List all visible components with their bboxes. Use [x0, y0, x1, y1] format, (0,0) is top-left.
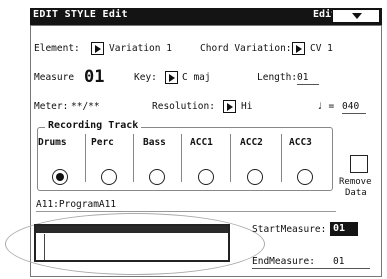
triangle-right-icon	[227, 103, 233, 111]
measure-label: Measure	[34, 72, 75, 83]
program-list-cursor	[44, 234, 45, 260]
track-radio-perc[interactable]	[101, 169, 117, 185]
track-divider	[230, 134, 231, 182]
chord-variation-value[interactable]: CV 1	[310, 43, 333, 54]
end-measure-underline	[252, 268, 370, 269]
program-status: A11:ProgramA11	[36, 199, 117, 210]
track-label-acc3: ACC3	[289, 137, 312, 148]
track-divider	[181, 134, 182, 182]
track-divider	[281, 134, 282, 182]
key-popup-button[interactable]	[165, 71, 178, 84]
remove-data-label-line2: Data	[345, 188, 367, 198]
chevron-down-icon	[352, 13, 362, 19]
track-radio-acc3[interactable]	[297, 169, 313, 185]
track-radio-acc2[interactable]	[247, 169, 263, 185]
chord-variation-popup-button[interactable]	[292, 42, 305, 55]
key-value[interactable]: C maj	[182, 72, 211, 83]
element-value[interactable]: Variation 1	[109, 43, 172, 54]
resolution-label: Resolution:	[152, 101, 215, 112]
track-label-acc2: ACC2	[240, 137, 263, 148]
start-measure-value[interactable]: 01	[330, 222, 358, 236]
track-radio-acc1[interactable]	[198, 169, 214, 185]
triangle-right-icon	[95, 45, 101, 53]
length-label: Length:	[257, 72, 298, 83]
tempo-symbol: ♩ =	[317, 101, 335, 112]
track-label-drums: Drums	[38, 137, 67, 148]
recording-track-label: Recording Track	[45, 120, 142, 131]
tempo-underline	[342, 113, 366, 114]
track-divider	[85, 134, 86, 182]
track-divider	[133, 134, 134, 182]
triangle-right-icon	[296, 45, 302, 53]
chord-variation-label: Chord Variation:	[200, 43, 292, 54]
length-underline	[297, 84, 319, 85]
triangle-right-icon	[169, 74, 175, 82]
track-label-bass: Bass	[143, 137, 166, 148]
key-label: Key:	[134, 72, 157, 83]
length-value[interactable]: 01	[297, 72, 308, 83]
track-radio-drums[interactable]	[52, 169, 68, 185]
tempo-value[interactable]: 040	[342, 101, 359, 112]
end-measure-label: EndMeasure:	[252, 256, 315, 267]
track-radio-bass[interactable]	[149, 169, 165, 185]
element-label: Element:	[34, 43, 80, 54]
remove-data-label-line1: Remove	[339, 177, 372, 187]
meter-label: Meter:	[34, 101, 69, 112]
resolution-value[interactable]: Hi	[241, 101, 252, 112]
start-measure-label: StartMeasure:	[252, 224, 327, 235]
window-title: EDIT STYLE Edit	[33, 9, 128, 20]
measure-value[interactable]: 01	[84, 67, 104, 87]
program-divider	[36, 211, 336, 212]
program-list-selected-row[interactable]	[36, 226, 228, 233]
element-popup-button[interactable]	[91, 42, 104, 55]
meter-value[interactable]: **/**	[71, 101, 100, 112]
track-label-acc1: ACC1	[190, 137, 213, 148]
resolution-popup-button[interactable]	[223, 100, 236, 113]
end-measure-value[interactable]: 01	[333, 256, 344, 267]
track-label-perc: Perc	[91, 137, 114, 148]
menu-button[interactable]	[332, 9, 380, 23]
remove-data-checkbox[interactable]	[350, 155, 368, 173]
